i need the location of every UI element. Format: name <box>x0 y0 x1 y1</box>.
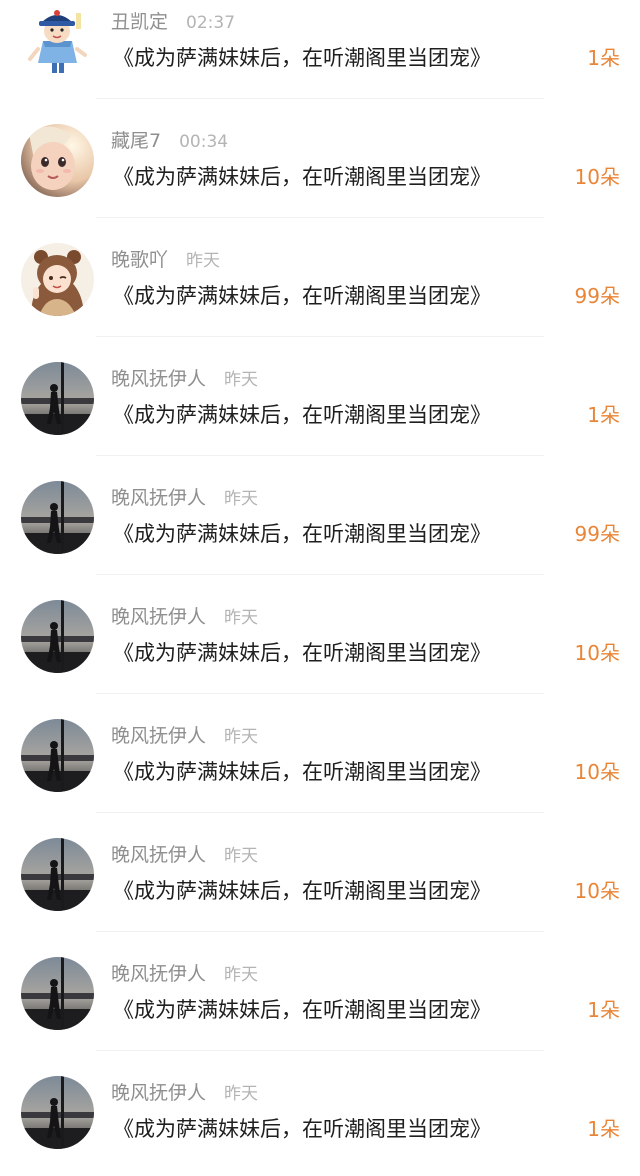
user-avatar[interactable] <box>21 838 94 911</box>
dusk-silhouette-photo-avatar-icon <box>21 600 94 673</box>
gift-record-list: 丑凯定 02:37 《成为萨满妹妹后，在听潮阁里当团宠》 1朵 藏尾7 00:3… <box>0 0 640 1176</box>
book-title[interactable]: 《成为萨满妹妹后，在听潮阁里当团宠》 <box>113 161 491 193</box>
anime-girl-bear-ears-avatar-icon <box>21 243 94 316</box>
gift-count: 99朵 <box>574 522 620 546</box>
timestamp: 昨天 <box>224 608 259 628</box>
book-title[interactable]: 《成为萨满妹妹后，在听潮阁里当团宠》 <box>113 994 491 1026</box>
username[interactable]: 晚风抚伊人 <box>111 606 206 628</box>
gift-record-row[interactable]: 晚风抚伊人 昨天 《成为萨满妹妹后，在听潮阁里当团宠》 10朵 <box>0 694 640 813</box>
book-title[interactable]: 《成为萨满妹妹后，在听潮阁里当团宠》 <box>113 399 491 431</box>
gift-count: 1朵 <box>587 403 620 427</box>
gift-count: 99朵 <box>574 284 620 308</box>
username[interactable]: 晚风抚伊人 <box>111 963 206 985</box>
user-avatar[interactable] <box>21 957 94 1030</box>
user-avatar[interactable] <box>21 481 94 554</box>
user-avatar[interactable] <box>21 719 94 792</box>
girl-face-avatar-icon <box>21 124 94 197</box>
timestamp: 02:37 <box>186 13 236 33</box>
gift-record-row[interactable]: 丑凯定 02:37 《成为萨满妹妹后，在听潮阁里当团宠》 1朵 <box>0 0 640 99</box>
book-title[interactable]: 《成为萨满妹妹后，在听潮阁里当团宠》 <box>113 756 491 788</box>
book-title[interactable]: 《成为萨满妹妹后，在听潮阁里当团宠》 <box>113 42 491 74</box>
timestamp: 昨天 <box>186 251 221 271</box>
username[interactable]: 晚风抚伊人 <box>111 725 206 747</box>
dusk-silhouette-photo-avatar-icon <box>21 838 94 911</box>
user-avatar[interactable] <box>21 600 94 673</box>
book-title[interactable]: 《成为萨满妹妹后，在听潮阁里当团宠》 <box>113 637 491 669</box>
gift-record-row[interactable]: 晚风抚伊人 昨天 《成为萨满妹妹后，在听潮阁里当团宠》 10朵 <box>0 813 640 932</box>
gift-record-row[interactable]: 晚风抚伊人 昨天 《成为萨满妹妹后，在听潮阁里当团宠》 1朵 <box>0 337 640 456</box>
username[interactable]: 晚风抚伊人 <box>111 1082 206 1104</box>
username[interactable]: 晚歌吖 <box>111 249 168 271</box>
gift-count: 10朵 <box>574 879 620 903</box>
user-avatar[interactable] <box>21 5 94 78</box>
user-avatar[interactable] <box>21 243 94 316</box>
gift-count: 10朵 <box>574 760 620 784</box>
gift-count: 1朵 <box>587 1117 620 1141</box>
user-avatar[interactable] <box>21 1076 94 1149</box>
timestamp: 昨天 <box>224 846 259 866</box>
username[interactable]: 丑凯定 <box>111 11 168 33</box>
username[interactable]: 藏尾7 <box>111 130 161 152</box>
gift-record-row[interactable]: 晚歌吖 昨天 《成为萨满妹妹后，在听潮阁里当团宠》 99朵 <box>0 218 640 337</box>
dusk-silhouette-photo-avatar-icon <box>21 957 94 1030</box>
gift-count: 1朵 <box>587 998 620 1022</box>
gift-record-row[interactable]: 晚风抚伊人 昨天 《成为萨满妹妹后，在听潮阁里当团宠》 10朵 <box>0 575 640 694</box>
book-title[interactable]: 《成为萨满妹妹后，在听潮阁里当团宠》 <box>113 875 491 907</box>
dusk-silhouette-photo-avatar-icon <box>21 719 94 792</box>
user-avatar[interactable] <box>21 124 94 197</box>
user-avatar[interactable] <box>21 362 94 435</box>
username[interactable]: 晚风抚伊人 <box>111 487 206 509</box>
book-title[interactable]: 《成为萨满妹妹后，在听潮阁里当团宠》 <box>113 1113 491 1145</box>
timestamp: 昨天 <box>224 1084 259 1104</box>
gift-count: 10朵 <box>574 641 620 665</box>
dusk-silhouette-photo-avatar-icon <box>21 362 94 435</box>
dusk-silhouette-photo-avatar-icon <box>21 1076 94 1149</box>
timestamp: 昨天 <box>224 370 259 390</box>
gift-count: 10朵 <box>574 165 620 189</box>
username[interactable]: 晚风抚伊人 <box>111 844 206 866</box>
timestamp: 昨天 <box>224 489 259 509</box>
gift-record-row[interactable]: 晚风抚伊人 昨天 《成为萨满妹妹后，在听潮阁里当团宠》 99朵 <box>0 456 640 575</box>
timestamp: 昨天 <box>224 965 259 985</box>
dusk-silhouette-photo-avatar-icon <box>21 481 94 554</box>
gift-record-row[interactable]: 藏尾7 00:34 《成为萨满妹妹后，在听潮阁里当团宠》 10朵 <box>0 99 640 218</box>
book-title[interactable]: 《成为萨满妹妹后，在听潮阁里当团宠》 <box>113 280 491 312</box>
username[interactable]: 晚风抚伊人 <box>111 368 206 390</box>
timestamp: 昨天 <box>224 727 259 747</box>
cartoon-qing-official-avatar-icon <box>21 5 94 78</box>
gift-record-row[interactable]: 晚风抚伊人 昨天 《成为萨满妹妹后，在听潮阁里当团宠》 1朵 <box>0 1051 640 1170</box>
timestamp: 00:34 <box>179 132 229 152</box>
gift-count: 1朵 <box>587 46 620 70</box>
gift-record-row[interactable]: 晚风抚伊人 昨天 《成为萨满妹妹后，在听潮阁里当团宠》 1朵 <box>0 932 640 1051</box>
book-title[interactable]: 《成为萨满妹妹后，在听潮阁里当团宠》 <box>113 518 491 550</box>
